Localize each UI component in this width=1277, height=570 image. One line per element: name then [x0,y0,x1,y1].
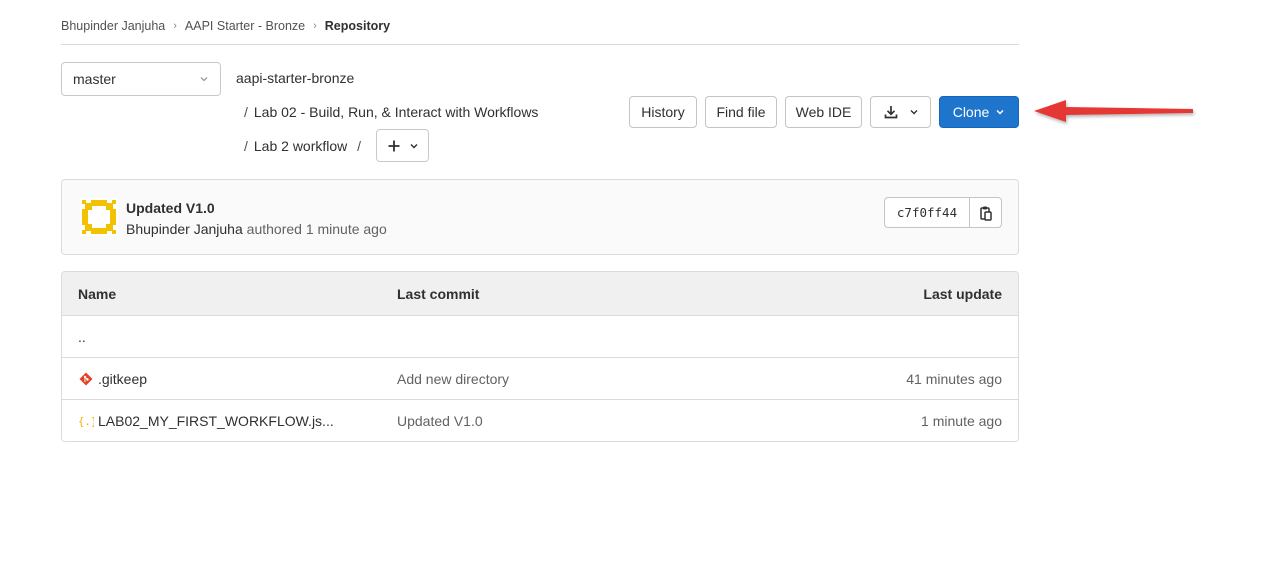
file-last-update: 1 minute ago [921,412,1002,429]
json-icon: {.} [78,415,94,428]
chevron-right-icon: › [313,20,317,32]
plus-icon [388,140,399,151]
commit-title[interactable]: Updated V1.0 [126,200,215,216]
branch-name: master [73,71,116,87]
path-subfolder: / Lab 2 workflow / [244,138,361,154]
commit-author[interactable]: Bhupinder Janjuha [126,221,243,237]
branch-dropdown[interactable]: master [61,62,221,96]
breadcrumb-current[interactable]: Repository [325,19,390,33]
chevron-down-icon [410,143,417,148]
commit-sha[interactable]: c7f0ff44 [885,198,970,227]
parent-directory-row[interactable]: .. [62,315,1018,357]
path-project-link[interactable]: aapi-starter-bronze [236,70,354,86]
chevron-down-icon [200,77,208,82]
clone-button[interactable]: Clone [939,96,1019,128]
table-row[interactable]: {.} LAB02_MY_FIRST_WORKFLOW.js... Update… [62,399,1018,441]
table-header: Name Last commit Last update [62,272,1018,315]
file-tree-table: Name Last commit Last update .. .gitkeep… [61,271,1019,442]
breadcrumb-link-user[interactable]: Bhupinder Janjuha [61,19,165,33]
file-last-commit[interactable]: Add new directory [397,371,509,387]
chevron-right-icon: › [173,20,177,32]
add-to-tree-dropdown[interactable] [376,129,429,162]
commit-time: authored 1 minute ago [246,221,387,237]
path-folder: / Lab 02 - Build, Run, & Interact with Wo… [244,104,538,120]
path-separator: / [244,138,248,154]
column-header-last-update: Last update [923,285,1002,302]
file-last-update: 41 minutes ago [906,370,1002,387]
copy-icon [979,206,992,221]
path-subfolder-link[interactable]: Lab 2 workflow [254,138,347,154]
breadcrumb-link-project[interactable]: AAPI Starter - Bronze [185,19,305,33]
history-button[interactable]: History [629,96,697,128]
file-last-commit[interactable]: Updated V1.0 [397,413,483,429]
column-header-name: Name [78,285,117,302]
copy-sha-button[interactable] [970,198,1001,227]
commit-meta: Bhupinder Janjuha authored 1 minute ago [126,221,387,237]
parent-directory-link[interactable]: .. [78,329,86,345]
path-separator-trailing: / [357,138,362,154]
web-ide-button[interactable]: Web IDE [785,96,862,128]
table-row[interactable]: .gitkeep Add new directory 41 minutes ag… [62,357,1018,399]
clone-button-label: Clone [952,104,990,120]
file-name[interactable]: .gitkeep [98,371,147,387]
find-file-button[interactable]: Find file [705,96,777,128]
path-project: aapi-starter-bronze [236,70,354,86]
git-icon [79,372,93,385]
chevron-down-icon [910,110,917,115]
path-separator: / [244,104,248,120]
annotation-arrow-icon [1034,100,1193,122]
path-folder-link[interactable]: Lab 02 - Build, Run, & Interact with Wor… [254,104,539,120]
file-name[interactable]: LAB02_MY_FIRST_WORKFLOW.js... [98,413,334,429]
last-commit-panel: Updated V1.0 Bhupinder Janjuha authored … [61,179,1019,255]
breadcrumb: Bhupinder Janjuha › AAPI Starter - Bronz… [61,12,1019,45]
column-header-last-commit: Last commit [397,285,480,302]
avatar[interactable] [80,198,118,236]
svg-text:{.}: {.} [78,415,94,428]
download-dropdown[interactable] [870,96,931,128]
commit-sha-group: c7f0ff44 [884,197,1002,228]
download-icon [884,106,897,119]
chevron-down-icon [996,109,1004,115]
